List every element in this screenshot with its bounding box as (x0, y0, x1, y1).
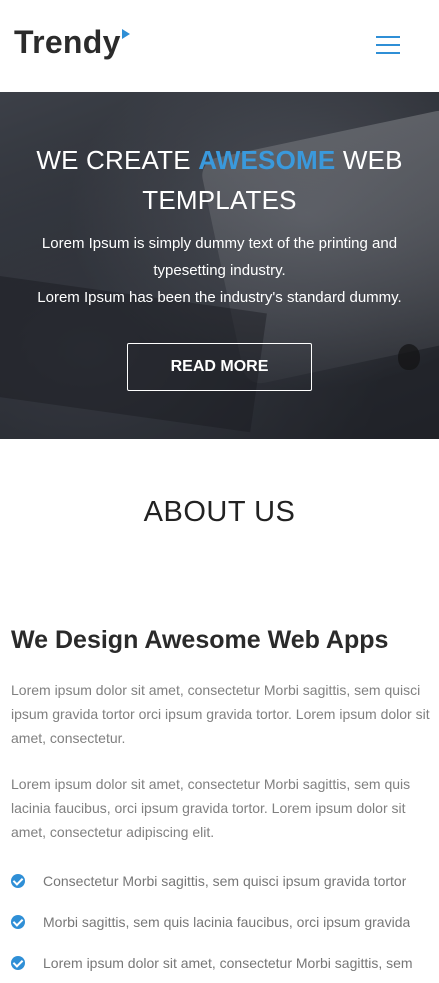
about-paragraph-2: Lorem ipsum dolor sit amet, consectetur … (11, 776, 411, 840)
menu-bar-bottom (376, 52, 400, 54)
hero-title-accent: AWESOME (198, 145, 336, 175)
logo-arrow-icon (121, 29, 130, 39)
hero-subtitle-line2: Lorem Ipsum has been the industry's stan… (37, 289, 402, 306)
logo-text: Trendy (14, 24, 121, 60)
feature-list-item: Consectetur Morbi sagittis, sem quisci i… (11, 860, 439, 901)
site-header: Trendy (0, 0, 439, 92)
apple-logo-icon (398, 344, 420, 370)
menu-bar-middle (376, 44, 400, 46)
about-heading: We Design Awesome Web Apps (11, 626, 389, 654)
logo[interactable]: Trendy (14, 22, 130, 62)
hamburger-menu-icon[interactable] (376, 36, 400, 54)
feature-text: Morbi sagittis, sem quis lacinia faucibu… (43, 913, 411, 930)
check-circle-icon (11, 955, 25, 970)
hero-title-part1: WE CREATE (36, 145, 199, 175)
check-circle-icon (11, 873, 25, 888)
feature-list: Consectetur Morbi sagittis, sem quisci i… (11, 860, 439, 983)
menu-bar-top (376, 36, 400, 38)
hero-subtitle: Lorem Ipsum is simply dummy text of the … (8, 230, 431, 311)
hero-subtitle-line1: Lorem Ipsum is simply dummy text of the … (41, 235, 398, 279)
feature-list-item: Morbi sagittis, sem quis lacinia faucibu… (11, 901, 439, 942)
about-paragraph-1: Lorem ipsum dolor sit amet, consectetur … (11, 682, 430, 746)
hero-title: WE CREATE AWESOME WEB TEMPLATES (20, 140, 419, 220)
check-circle-icon (11, 914, 25, 929)
feature-text: Consectetur Morbi sagittis, sem quisci i… (43, 872, 407, 889)
about-section-title: ABOUT US (143, 496, 296, 528)
feature-list-item: Lorem ipsum dolor sit amet, consectetur … (11, 942, 439, 983)
hero-banner: WE CREATE AWESOME WEB TEMPLATES Lorem Ip… (0, 92, 439, 439)
read-more-button[interactable]: READ MORE (127, 343, 312, 391)
feature-text: Lorem ipsum dolor sit amet, consectetur … (43, 954, 413, 971)
